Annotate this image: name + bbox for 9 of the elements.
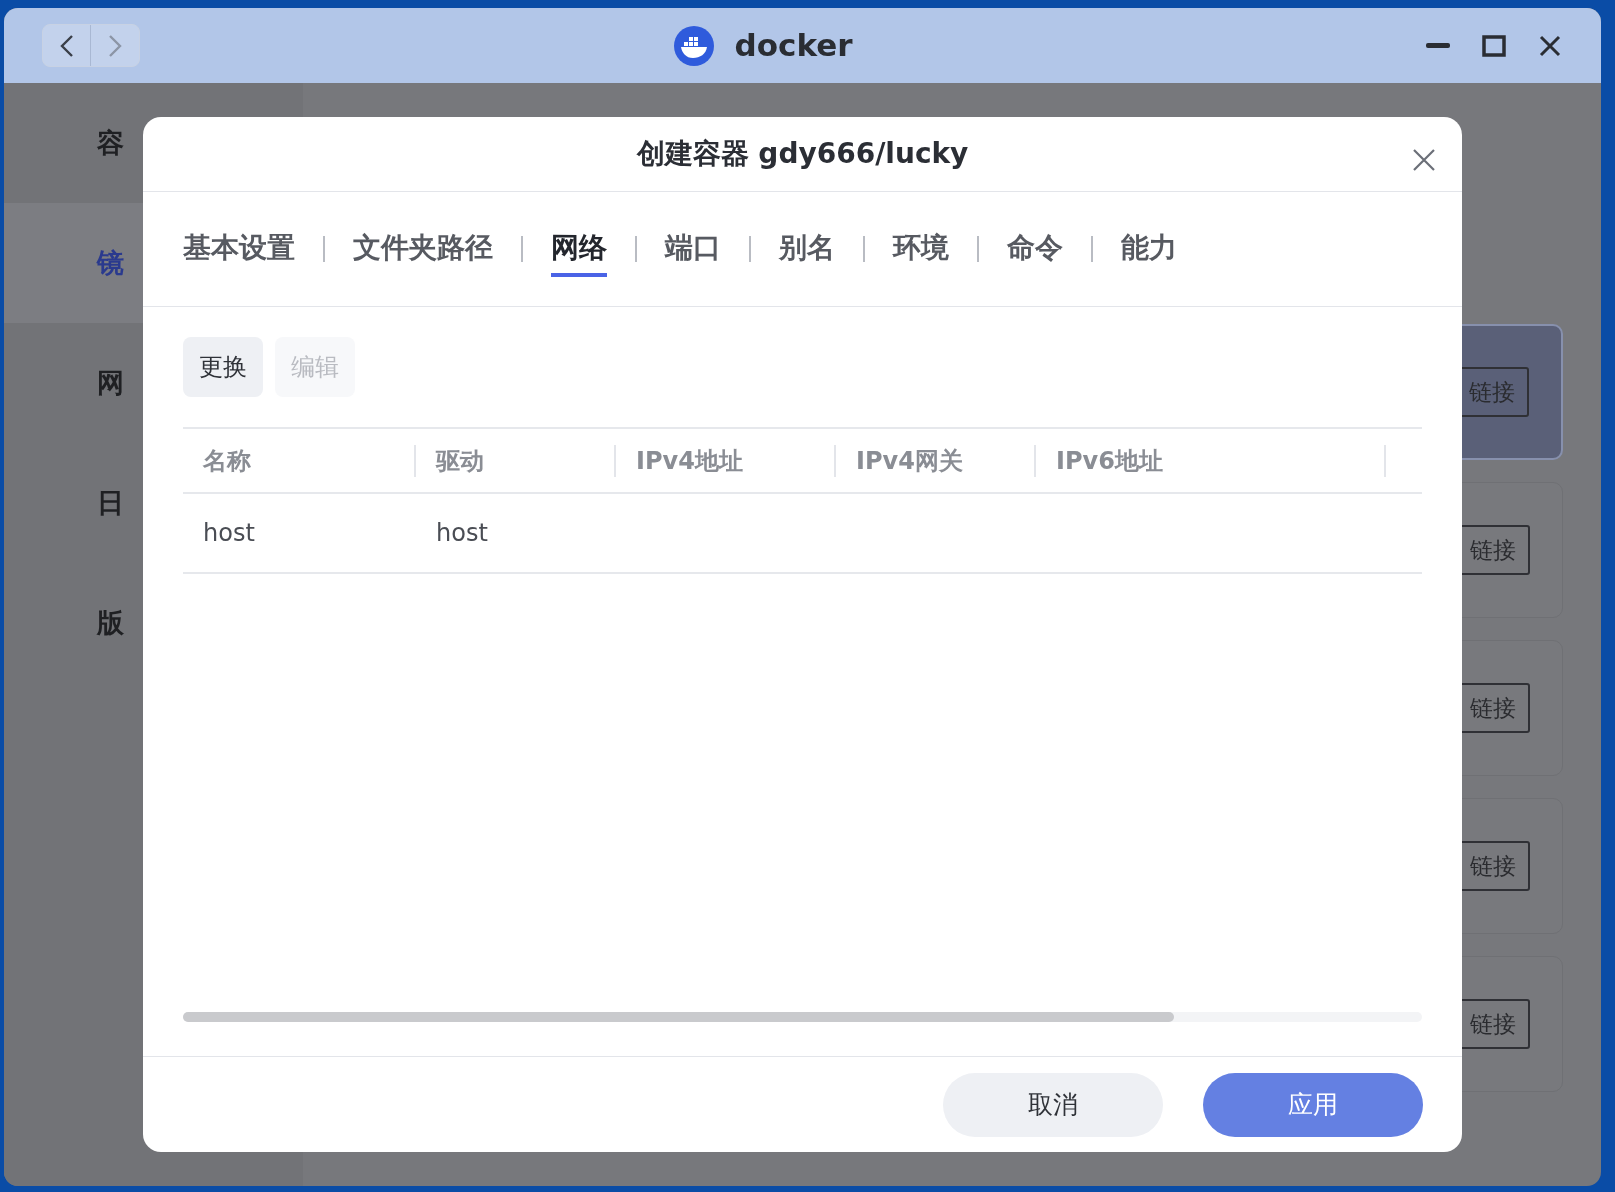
column-header: IPv4网关 — [855, 445, 964, 477]
dialog-title: 创建容器 gdy666/lucky — [636, 136, 969, 172]
table-cell-text: host — [435, 519, 488, 547]
column-header: 驱动 — [434, 445, 485, 477]
column-header: IPv6地址 — [1055, 445, 1164, 477]
column-header: 名称 — [202, 445, 252, 477]
window-title: docker — [734, 26, 853, 66]
table-cell-text: host — [202, 519, 255, 547]
column-header: IPv4地址 — [635, 445, 744, 477]
